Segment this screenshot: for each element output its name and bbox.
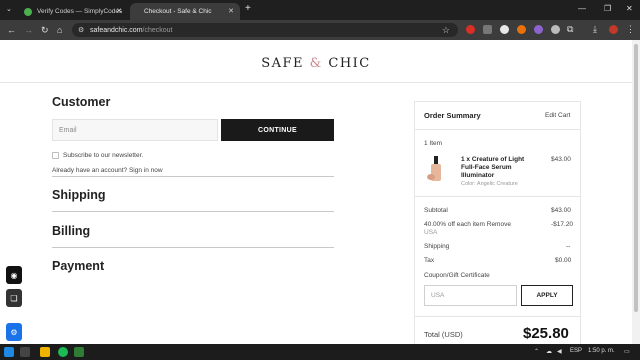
billing-heading: Billing (52, 224, 91, 238)
url-domain: safeandchic.com (90, 26, 143, 34)
logo-text-right: CHIC (328, 56, 371, 71)
close-window-icon[interactable]: ✕ (626, 4, 633, 13)
total-value: $25.80 (523, 325, 569, 342)
url-path: /checkout (142, 26, 173, 34)
browser-toolbar: ← → ↻ ⌂ ⚙ safeandchic.com/checkout ☆ ⧉ ⤓… (0, 20, 640, 40)
tab-checkout[interactable]: Checkout - Safe & Chic ✕ (130, 3, 240, 20)
coupon-label: Coupon/Gift Certificate (424, 272, 490, 279)
tax-label: Tax (424, 257, 435, 264)
section-divider (52, 247, 334, 248)
discount-value: -$17.20 (551, 221, 574, 228)
product-price: $43.00 (551, 156, 571, 163)
bookmark-star-icon[interactable]: ☆ (442, 25, 450, 36)
forward-icon[interactable]: → (24, 24, 33, 36)
restore-icon[interactable]: ❐ (604, 4, 611, 13)
tab-verify-codes[interactable]: Verify Codes — SimplyCodes ✕ (18, 3, 128, 20)
extension-purple-icon[interactable] (534, 25, 543, 34)
shipping-heading: Shipping (52, 188, 106, 202)
logo-ampersand: & (309, 56, 323, 71)
shipping-value: -- (566, 243, 571, 250)
summary-divider (414, 316, 581, 317)
product-name-line2: Full-Face Serum (461, 164, 512, 171)
tray-chevron-icon[interactable]: ⌃ (534, 348, 539, 355)
signin-link[interactable]: Already have an account? Sign in now (52, 167, 163, 174)
product-color: Color: Angelic Creature (461, 181, 518, 187)
subtotal-label: Subtotal (424, 207, 448, 214)
volume-icon[interactable]: ◀ (557, 348, 562, 355)
settings-gear-button[interactable]: ⚙ (6, 323, 22, 341)
item-count: 1 Item (424, 140, 443, 147)
extension-screen-icon[interactable] (483, 25, 492, 34)
reload-icon[interactable]: ↻ (41, 24, 49, 36)
eye-icon-button[interactable]: ◉ (6, 266, 22, 284)
download-icon[interactable]: ⤓ (593, 24, 597, 35)
extension-red-icon[interactable] (466, 25, 475, 34)
notifications-icon[interactable]: ▭ (624, 348, 630, 355)
scrollbar-thumb[interactable] (634, 44, 638, 312)
home-icon[interactable]: ⌂ (57, 24, 62, 36)
network-icon[interactable]: ☁ (546, 348, 552, 355)
payment-heading: Payment (52, 259, 105, 273)
site-info-icon[interactable]: ⚙ (78, 26, 84, 34)
address-bar[interactable]: ⚙ safeandchic.com/checkout ☆ (72, 23, 458, 37)
tab-strip: ⌄ Verify Codes — SimplyCodes ✕ Checkout … (0, 0, 640, 20)
continue-button[interactable]: CONTINUE (221, 119, 334, 141)
close-tab-icon[interactable]: ✕ (228, 7, 234, 15)
extension-shield-icon[interactable] (551, 25, 560, 34)
simplycodes-favicon-icon (24, 7, 32, 16)
site-logo[interactable]: SAFE & CHIC (0, 56, 632, 71)
close-tab-icon[interactable]: ✕ (116, 7, 122, 15)
coupon-input[interactable]: USA (424, 285, 517, 306)
section-divider (52, 211, 334, 212)
tab-search-icon[interactable]: ⌄ (6, 4, 12, 16)
tab-label: Verify Codes — SimplyCodes (37, 8, 123, 15)
extensions-puzzle-icon[interactable]: ⧉ (567, 24, 573, 35)
discount-label: 40.00% off each item Remove (424, 221, 511, 228)
product-thumbnail (427, 156, 441, 181)
language-indicator[interactable]: ESP (570, 348, 582, 354)
clock[interactable]: 1:50 p. m. (588, 348, 615, 354)
summary-divider (414, 196, 581, 197)
minimize-icon[interactable]: — (578, 4, 586, 13)
chrome-app-icon[interactable] (40, 347, 50, 357)
customer-heading: Customer (52, 95, 111, 109)
total-label: Total (USD) (424, 330, 463, 339)
search-icon[interactable] (20, 347, 30, 357)
summary-divider (414, 129, 581, 130)
back-icon[interactable]: ← (7, 24, 16, 36)
header-divider (0, 82, 632, 83)
browser-menu-icon[interactable]: ⋮ (626, 24, 635, 35)
newsletter-label: Subscribe to our newsletter. (63, 152, 144, 159)
product-name-line1: 1 x Creature of Light (461, 156, 525, 163)
shipping-label: Shipping (424, 243, 450, 250)
profile-avatar-icon[interactable] (609, 25, 618, 34)
app-icon[interactable] (74, 347, 84, 357)
product-name-line3: Illuminator (461, 172, 495, 179)
copy-icon-button[interactable]: ❏ (6, 289, 22, 307)
tax-value: $0.00 (555, 257, 572, 264)
edit-cart-link[interactable]: Edit Cart (545, 112, 570, 119)
extension-orange-icon[interactable] (517, 25, 526, 34)
logo-text-left: SAFE (261, 56, 305, 71)
spotify-app-icon[interactable] (58, 347, 68, 357)
extension-circle-icon[interactable] (500, 25, 509, 34)
apply-coupon-button[interactable]: APPLY (521, 285, 573, 306)
tab-label: Checkout - Safe & Chic (144, 8, 212, 15)
newsletter-checkbox[interactable] (52, 152, 59, 159)
start-icon[interactable] (4, 347, 14, 357)
order-summary-title: Order Summary (424, 111, 481, 120)
discount-code: USA (424, 229, 438, 236)
new-tab-button[interactable]: + (245, 3, 251, 15)
windows-taskbar: ⌃ ☁ ◀ ESP 1:50 p. m. ▭ (0, 344, 640, 360)
section-divider (52, 176, 334, 177)
email-field[interactable]: Email (52, 119, 218, 141)
subtotal-value: $43.00 (551, 207, 571, 214)
